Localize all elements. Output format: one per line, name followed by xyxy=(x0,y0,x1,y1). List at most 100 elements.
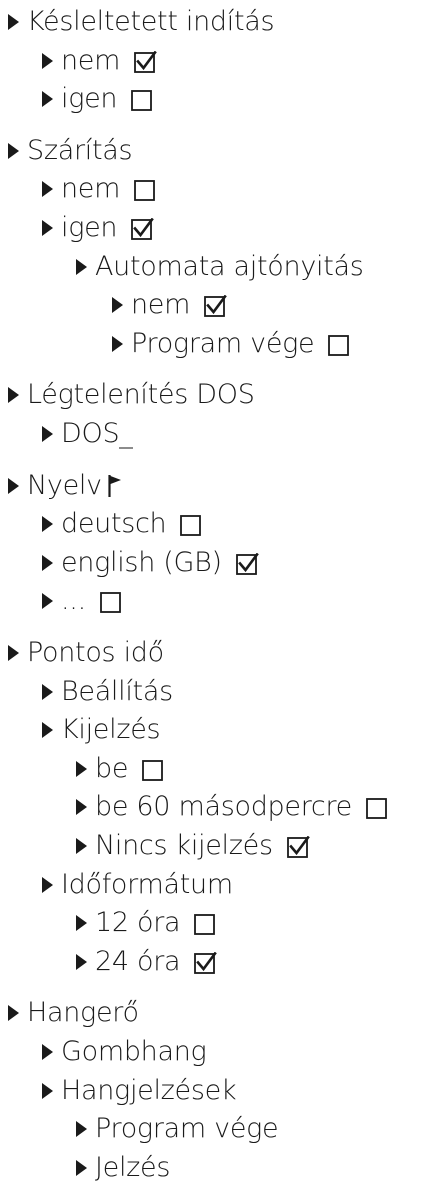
menu-item-label: igen xyxy=(61,83,118,114)
menu-item-label: english (GB) xyxy=(61,547,222,578)
menu-item-program-vege[interactable]: Program vége xyxy=(76,1111,279,1147)
menu-item-label: Jelzés xyxy=(95,1152,171,1183)
flag-icon xyxy=(108,474,122,498)
unchecked-checkbox-icon[interactable] xyxy=(131,89,153,111)
menu-item-label: Kijelzés xyxy=(61,714,161,745)
menu-item-label: DOS_ xyxy=(61,418,133,449)
triangle-right-icon xyxy=(76,1160,87,1176)
checked-checkbox-icon[interactable] xyxy=(134,50,157,73)
menu-item-program-vege[interactable]: Program vége xyxy=(112,326,350,362)
menu-item-nem[interactable]: nem xyxy=(112,287,227,323)
unchecked-checkbox-icon[interactable] xyxy=(328,334,350,356)
triangle-right-icon xyxy=(76,1121,87,1137)
menu-item-label: ... xyxy=(61,585,86,616)
menu-item-label: Pontos idő xyxy=(27,637,164,668)
menu-item-label: nem xyxy=(61,45,121,76)
menu-item-beallitas[interactable]: Beállítás xyxy=(42,674,173,710)
menu-item-more[interactable]: ... xyxy=(42,583,121,619)
unchecked-checkbox-icon[interactable] xyxy=(366,797,387,819)
triangle-right-icon xyxy=(76,838,87,854)
triangle-right-icon xyxy=(76,954,87,970)
menu-item-label: Beállítás xyxy=(61,676,173,707)
menu-item-label: be 60 másodpercre xyxy=(95,791,352,822)
triangle-right-icon xyxy=(76,761,87,777)
triangle-right-icon xyxy=(42,53,53,69)
menu-item-label: Program vége xyxy=(131,328,315,359)
menu-item-nem[interactable]: nem xyxy=(42,171,156,207)
menu-item-nem[interactable]: nem xyxy=(42,43,157,79)
menu-item-label: Hangjelzések xyxy=(61,1075,237,1106)
menu-item-legtelenites-dos[interactable]: Légtelenítés DOS xyxy=(8,377,255,413)
checked-checkbox-icon[interactable] xyxy=(204,294,227,317)
triangle-right-icon xyxy=(42,516,53,532)
triangle-right-icon xyxy=(76,915,87,931)
menu-item-label: Késleltetett indítás xyxy=(27,6,275,37)
menu-item-automata-ajtonyitas[interactable]: Automata ajtónyitás xyxy=(76,249,364,285)
triangle-right-icon xyxy=(42,220,53,236)
unchecked-checkbox-icon[interactable] xyxy=(99,591,121,613)
menu-item-label: Légtelenítés DOS xyxy=(27,379,255,410)
menu-item-nyelv[interactable]: Nyelv xyxy=(8,468,122,504)
menu-item-szaritas[interactable]: Szárítás xyxy=(8,133,133,169)
triangle-right-icon xyxy=(8,143,19,159)
menu-item-jelzes[interactable]: Jelzés xyxy=(76,1150,170,1186)
menu-item-english-gb[interactable]: english (GB) xyxy=(42,545,259,581)
triangle-right-icon xyxy=(42,1044,53,1060)
menu-item-label: Program vége xyxy=(95,1113,279,1144)
menu-item-label: igen xyxy=(61,212,118,243)
menu-item-24-ora[interactable]: 24 óra xyxy=(76,944,218,980)
triangle-right-icon xyxy=(8,478,19,494)
unchecked-checkbox-icon[interactable] xyxy=(134,179,156,201)
triangle-right-icon xyxy=(42,684,53,700)
menu-item-label: Szárítás xyxy=(27,135,133,166)
menu-item-igen[interactable]: igen xyxy=(42,81,153,117)
menu-item-igen[interactable]: igen xyxy=(42,210,155,246)
menu-item-label: Hangerő xyxy=(27,997,139,1028)
triangle-right-icon xyxy=(76,259,87,275)
triangle-right-icon xyxy=(42,426,53,442)
triangle-right-icon xyxy=(42,555,53,571)
menu-item-pontos-ido[interactable]: Pontos idő xyxy=(8,635,164,671)
menu-item-label: be xyxy=(95,753,129,784)
triangle-right-icon xyxy=(112,336,123,352)
menu-item-hangero[interactable]: Hangerő xyxy=(8,995,139,1031)
checked-checkbox-icon[interactable] xyxy=(235,552,259,575)
triangle-right-icon xyxy=(8,387,19,403)
triangle-right-icon xyxy=(8,14,19,30)
menu-item-label: Időformátum xyxy=(61,869,233,900)
menu-item-kijelzes[interactable]: Kijelzés xyxy=(42,712,161,748)
menu-item-label: Gombhang xyxy=(61,1036,207,1067)
menu-item-label: nem xyxy=(61,173,121,204)
menu-item-be[interactable]: be xyxy=(76,751,164,787)
unchecked-checkbox-icon[interactable] xyxy=(142,759,164,781)
unchecked-checkbox-icon[interactable] xyxy=(194,913,216,935)
menu-item-dos[interactable]: DOS_ xyxy=(42,416,133,452)
checked-checkbox-icon[interactable] xyxy=(194,951,218,974)
menu-item-kesleltetett-inditas[interactable]: Késleltetett indítás xyxy=(8,4,275,40)
menu-item-idoformatum[interactable]: Időformátum xyxy=(42,867,233,903)
triangle-right-icon xyxy=(42,722,53,738)
checked-checkbox-icon[interactable] xyxy=(131,217,155,240)
menu-item-nincs-kijelzes[interactable]: Nincs kijelzés xyxy=(76,828,310,864)
menu-item-deutsch[interactable]: deutsch xyxy=(42,506,202,542)
triangle-right-icon xyxy=(42,1083,53,1099)
triangle-right-icon xyxy=(8,645,19,661)
triangle-right-icon xyxy=(8,1005,19,1021)
unchecked-checkbox-icon[interactable] xyxy=(180,514,202,536)
menu-item-be-60-masodpercre[interactable]: be 60 másodpercre xyxy=(76,789,387,825)
menu-item-label: Nyelv xyxy=(27,470,102,501)
triangle-right-icon xyxy=(42,181,53,197)
menu-item-label: nem xyxy=(131,289,191,320)
menu-item-label: Nincs kijelzés xyxy=(95,830,273,861)
triangle-right-icon xyxy=(112,297,123,313)
checked-checkbox-icon[interactable] xyxy=(286,835,310,858)
menu-item-label: Automata ajtónyitás xyxy=(95,251,364,282)
menu-item-hangjelzesek[interactable]: Hangjelzések xyxy=(42,1073,237,1109)
menu-item-label: 24 óra xyxy=(95,946,181,977)
triangle-right-icon xyxy=(42,877,53,893)
menu-item-12-ora[interactable]: 12 óra xyxy=(76,905,216,941)
menu-item-label: 12 óra xyxy=(95,907,181,938)
menu-item-gombhang[interactable]: Gombhang xyxy=(42,1034,207,1070)
menu-item-label: deutsch xyxy=(61,508,167,539)
triangle-right-icon xyxy=(42,593,53,609)
